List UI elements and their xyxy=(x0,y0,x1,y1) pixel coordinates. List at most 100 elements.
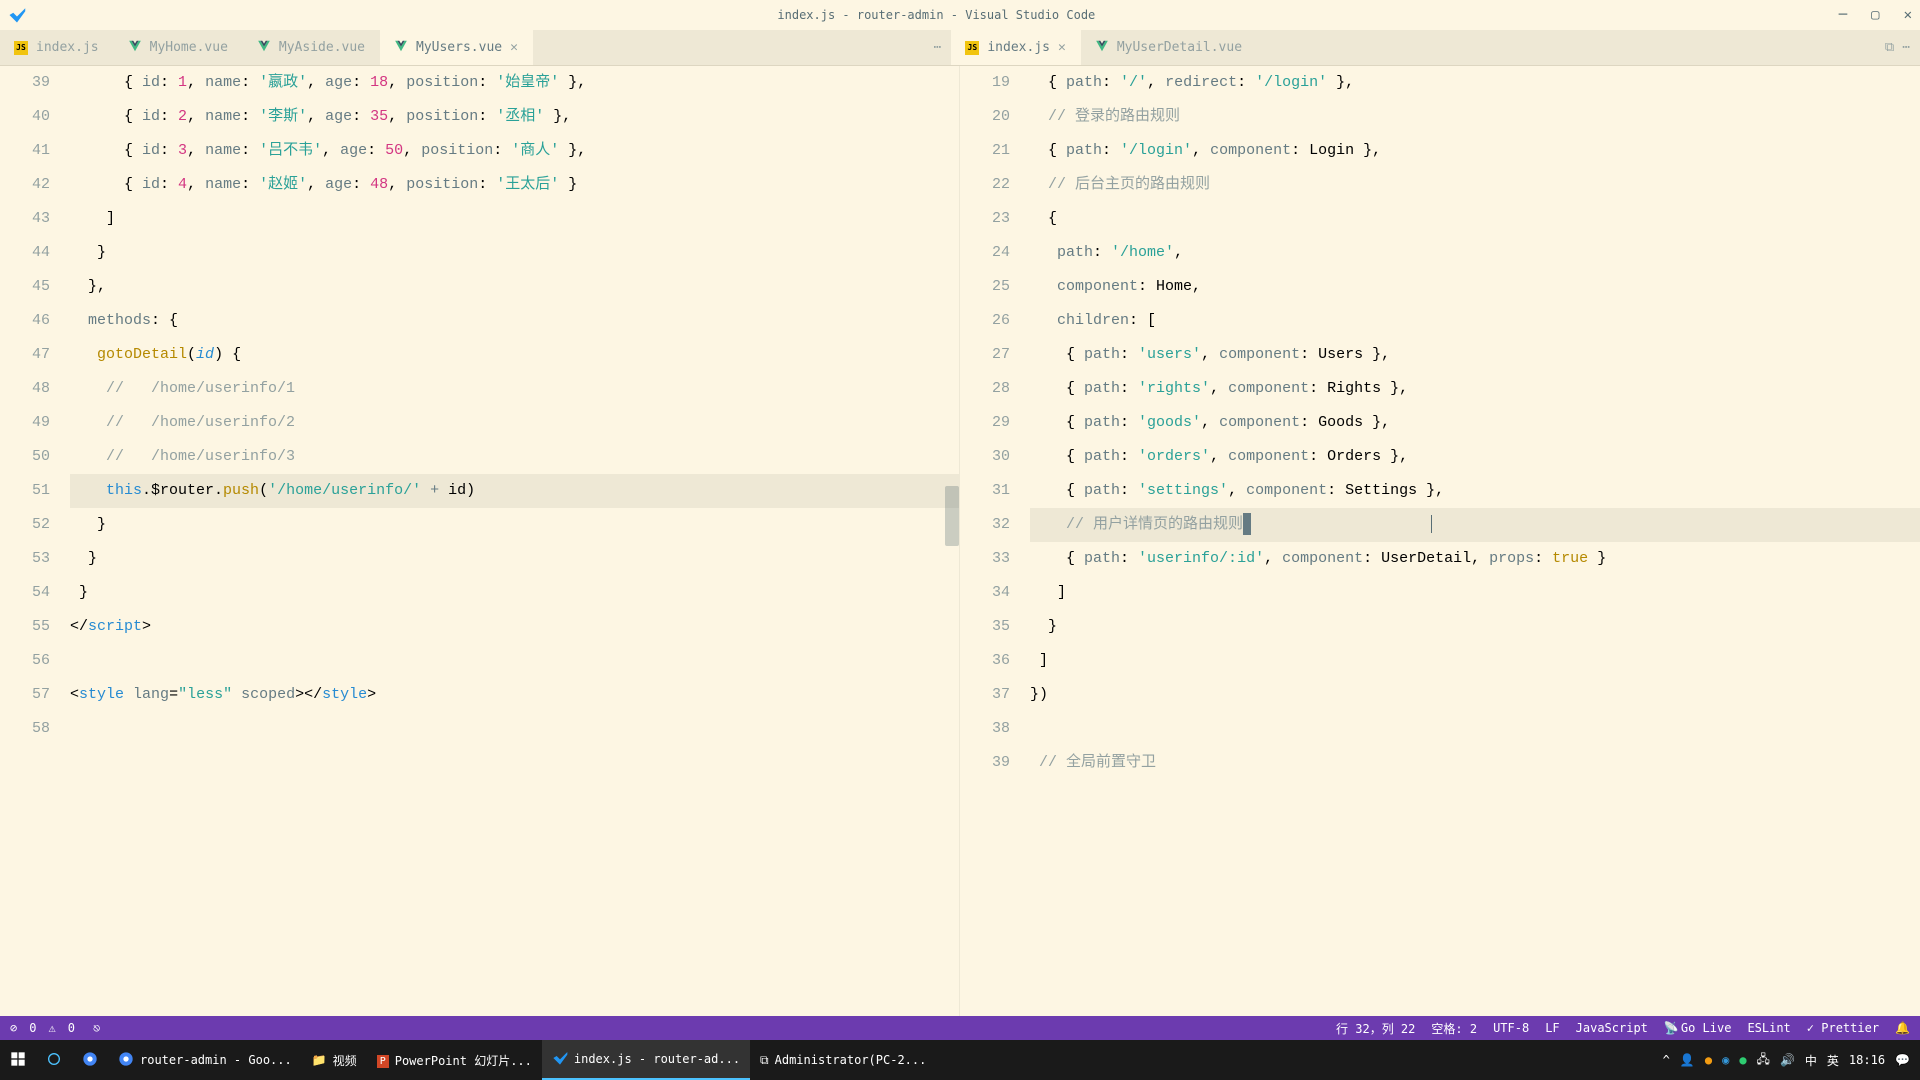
code-line[interactable] xyxy=(1030,712,1920,746)
language-mode[interactable]: JavaScript xyxy=(1576,1021,1648,1035)
tab-index-js[interactable]: JSindex.js xyxy=(0,30,114,65)
code-line[interactable]: { path: '/login', component: Login }, xyxy=(1030,134,1920,168)
taskbar-item[interactable]: index.js - router-ad... xyxy=(542,1040,750,1080)
minimize-button[interactable]: ─ xyxy=(1839,7,1847,23)
close-button[interactable]: ✕ xyxy=(1904,7,1912,23)
maximize-button[interactable]: ▢ xyxy=(1871,7,1879,23)
eslint-status[interactable]: ESLint xyxy=(1747,1021,1790,1035)
code-line[interactable]: { id: 3, name: '吕不韦', age: 50, position:… xyxy=(70,134,959,168)
code-line[interactable]: ] xyxy=(1030,644,1920,678)
close-tab-icon[interactable]: ✕ xyxy=(1058,40,1066,55)
code-line[interactable]: children: [ xyxy=(1030,304,1920,338)
tab-index-js[interactable]: JSindex.js✕ xyxy=(951,30,1080,65)
taskbar-item[interactable]: ⧉Administrator(PC-2... xyxy=(750,1040,936,1080)
warnings-count[interactable]: 0 xyxy=(68,1021,75,1035)
taskbar-item[interactable] xyxy=(36,1040,72,1080)
taskbar-item[interactable]: 📁视频 xyxy=(302,1040,367,1080)
code-line[interactable]: }) xyxy=(1030,678,1920,712)
code-line[interactable]: } xyxy=(70,508,959,542)
tray-network-icon[interactable]: 🖧 xyxy=(1757,1050,1770,1071)
code-line[interactable]: // 登录的路由规则 xyxy=(1030,100,1920,134)
tray-green-icon[interactable]: ● xyxy=(1739,1053,1746,1067)
lines-right[interactable]: { path: '/', redirect: '/login' }, // 登录… xyxy=(1030,66,1920,1016)
code-line[interactable] xyxy=(70,712,959,746)
code-line[interactable]: } xyxy=(70,542,959,576)
code-line[interactable]: { path: 'goods', component: Goods }, xyxy=(1030,406,1920,440)
tray-blue-icon[interactable]: ◉ xyxy=(1722,1053,1729,1067)
split-editor-icon[interactable]: ⧉ xyxy=(1885,40,1894,55)
code-line[interactable]: methods: { xyxy=(70,304,959,338)
code-line[interactable]: }, xyxy=(70,270,959,304)
code-line[interactable]: } xyxy=(70,576,959,610)
code-line[interactable]: component: Home, xyxy=(1030,270,1920,304)
taskbar-item[interactable] xyxy=(72,1040,108,1080)
code-line[interactable]: { path: 'rights', component: Rights }, xyxy=(1030,372,1920,406)
scrollbar-thumb[interactable] xyxy=(945,486,959,546)
tray-up-icon[interactable]: ^ xyxy=(1663,1053,1670,1067)
code-line[interactable]: // /home/userinfo/1 xyxy=(70,372,959,406)
code-line[interactable]: { path: '/', redirect: '/login' }, xyxy=(1030,66,1920,100)
errors-icon[interactable]: ⊘ xyxy=(10,1021,17,1035)
tray-volume-icon[interactable]: 🔊 xyxy=(1780,1053,1795,1067)
more-icon[interactable]: ⋯ xyxy=(1902,40,1910,55)
code-line[interactable]: { path: 'userinfo/:id', component: UserD… xyxy=(1030,542,1920,576)
more-icon[interactable]: ⋯ xyxy=(934,40,942,55)
code-line[interactable]: <style lang="less" scoped></style> xyxy=(70,678,959,712)
line-number: 49 xyxy=(0,406,50,440)
ime-lang2[interactable]: 英 xyxy=(1827,1052,1839,1069)
code-line[interactable]: { xyxy=(1030,202,1920,236)
line-number: 55 xyxy=(0,610,50,644)
taskbar-item[interactable]: router-admin - Goo... xyxy=(108,1040,302,1080)
taskbar-item[interactable]: PPowerPoint 幻灯片... xyxy=(367,1040,542,1080)
taskbar-item[interactable] xyxy=(0,1040,36,1080)
code-line[interactable]: // 用户详情页的路由规则 xyxy=(1030,508,1920,542)
code-line[interactable]: // 全局前置守卫 xyxy=(1030,746,1920,780)
code-line[interactable]: { path: 'users', component: Users }, xyxy=(1030,338,1920,372)
tab-myusers-vue[interactable]: MyUsers.vue✕ xyxy=(380,30,533,65)
prettier-status[interactable]: ✓ Prettier xyxy=(1807,1021,1879,1035)
ime-lang1[interactable]: 中 xyxy=(1805,1052,1817,1069)
code-line[interactable] xyxy=(70,644,959,678)
tray-orange-icon[interactable]: ● xyxy=(1705,1053,1712,1067)
taskbar-icon: P xyxy=(377,1053,389,1067)
go-live[interactable]: 📡Go Live xyxy=(1664,1021,1732,1035)
warnings-icon[interactable]: ⚠ xyxy=(48,1021,55,1035)
code-line[interactable]: { id: 4, name: '赵姬', age: 48, position: … xyxy=(70,168,959,202)
encoding[interactable]: UTF-8 xyxy=(1493,1021,1529,1035)
taskbar-icon xyxy=(118,1051,134,1070)
code-line[interactable]: // /home/userinfo/2 xyxy=(70,406,959,440)
code-area-right[interactable]: 1920212223242526272829303132333435363738… xyxy=(960,66,1920,1016)
code-line[interactable]: { id: 2, name: '李斯', age: 35, position: … xyxy=(70,100,959,134)
tab-myhome-vue[interactable]: MyHome.vue xyxy=(114,30,243,65)
clock[interactable]: 18:16 xyxy=(1849,1053,1885,1067)
code-line[interactable]: ] xyxy=(70,202,959,236)
port-icon[interactable]: ⎋ xyxy=(93,1021,100,1035)
code-area-left[interactable]: 3940414243444546474849505152535455565758… xyxy=(0,66,959,1016)
close-tab-icon[interactable]: ✕ xyxy=(510,40,518,55)
code-line[interactable]: } xyxy=(1030,610,1920,644)
code-line[interactable]: { path: 'orders', component: Orders }, xyxy=(1030,440,1920,474)
code-line[interactable]: } xyxy=(70,236,959,270)
errors-count[interactable]: 0 xyxy=(29,1021,36,1035)
taskbar-label: Administrator(PC-2... xyxy=(775,1053,927,1067)
code-line[interactable]: path: '/home', xyxy=(1030,236,1920,270)
code-line[interactable]: { path: 'settings', component: Settings … xyxy=(1030,474,1920,508)
code-line[interactable]: { id: 1, name: '嬴政', age: 18, position: … xyxy=(70,66,959,100)
code-line[interactable]: </script> xyxy=(70,610,959,644)
eol[interactable]: LF xyxy=(1545,1021,1559,1035)
action-center-icon[interactable]: 💬 xyxy=(1895,1053,1910,1067)
code-line[interactable]: // /home/userinfo/3 xyxy=(70,440,959,474)
indentation[interactable]: 空格: 2 xyxy=(1431,1020,1477,1037)
code-line[interactable]: gotoDetail(id) { xyxy=(70,338,959,372)
notifications-icon[interactable]: 🔔 xyxy=(1895,1021,1910,1035)
code-line[interactable]: // 后台主页的路由规则 xyxy=(1030,168,1920,202)
editor-pane-right: 1920212223242526272829303132333435363738… xyxy=(960,66,1920,1016)
cursor-position[interactable]: 行 32，列 22 xyxy=(1336,1020,1415,1037)
lines-left[interactable]: { id: 1, name: '嬴政', age: 18, position: … xyxy=(70,66,959,1016)
code-line[interactable]: ] xyxy=(1030,576,1920,610)
line-number: 45 xyxy=(0,270,50,304)
tab-myaside-vue[interactable]: MyAside.vue xyxy=(243,30,380,65)
tab-myuserdetail-vue[interactable]: MyUserDetail.vue xyxy=(1081,30,1257,65)
code-line[interactable]: this.$router.push('/home/userinfo/' + id… xyxy=(70,474,959,508)
tray-people-icon[interactable]: 👤 xyxy=(1680,1053,1695,1067)
